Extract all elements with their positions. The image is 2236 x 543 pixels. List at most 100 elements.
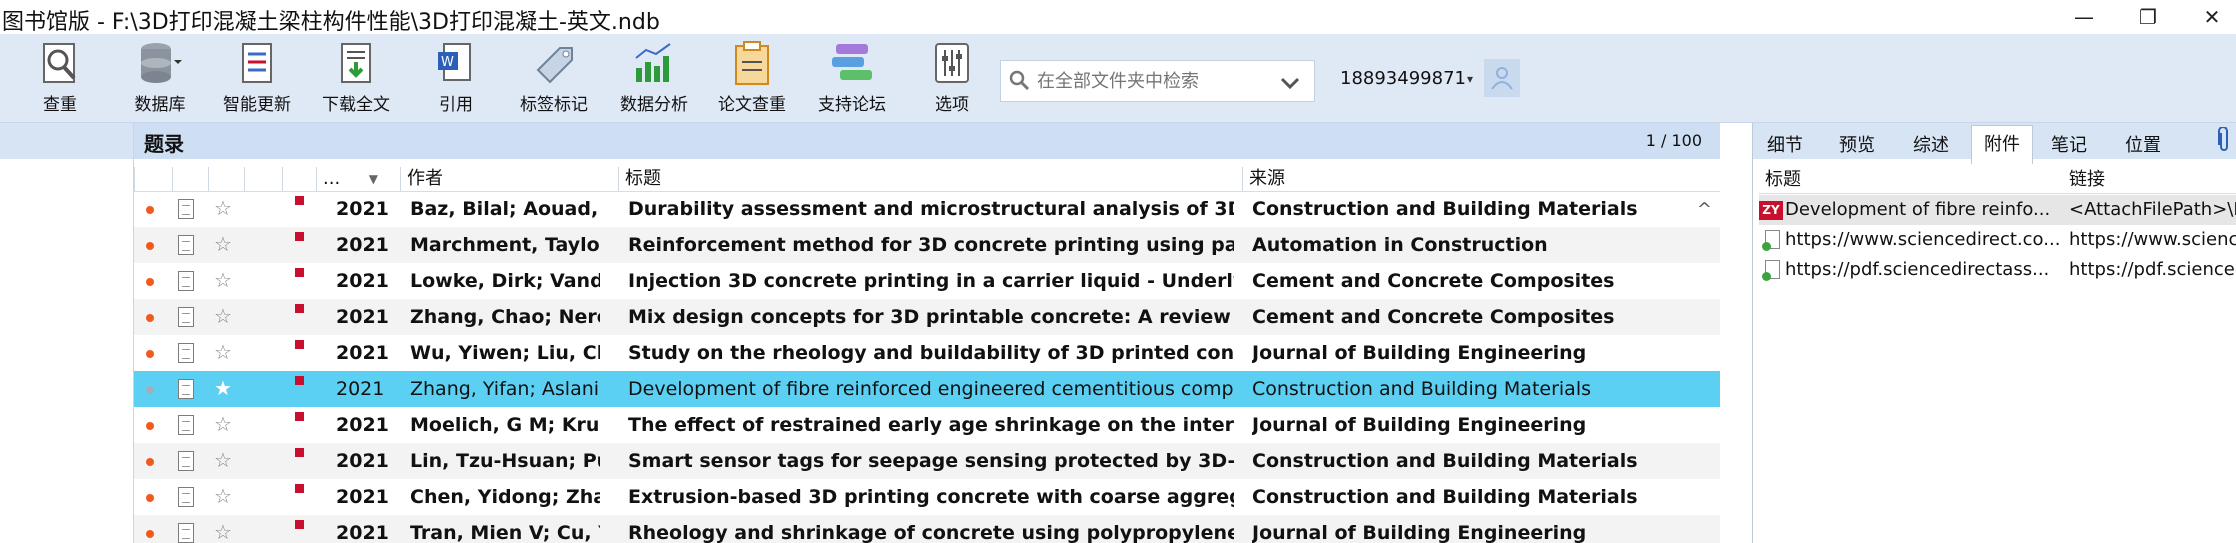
flag-icon — [295, 376, 304, 385]
read-dot-icon — [146, 386, 154, 394]
data-analysis-label: 数据分析 — [620, 95, 688, 115]
row-title: Development of fibre reinforced engineer… — [628, 378, 1234, 400]
table-row[interactable]: ☆ 2021 Chen, Yidong; Zhan.. Extrusion-ba… — [134, 479, 1720, 515]
search-dropdown-chevron-icon[interactable] — [1277, 70, 1303, 96]
document-icon — [178, 271, 194, 291]
row-source: Automation in Construction — [1252, 234, 1548, 256]
row-title: Injection 3D concrete printing in a carr… — [628, 270, 1234, 292]
row-title: Mix design concepts for 3D printable con… — [628, 306, 1231, 328]
column-header-status[interactable] — [134, 167, 172, 191]
flag-icon — [295, 268, 304, 277]
flag-icon — [295, 520, 304, 529]
search-box[interactable] — [1000, 60, 1315, 102]
restore-button[interactable]: ❐ — [2126, 2, 2170, 32]
attachment-column-link[interactable]: 链接 — [2069, 167, 2105, 193]
support-forum-button[interactable]: 支持论坛 — [812, 40, 892, 120]
star-icon[interactable]: ☆ — [214, 197, 232, 219]
row-source: Cement and Concrete Composites — [1252, 306, 1615, 328]
column-header-year[interactable]: ... ▼ — [316, 167, 384, 191]
star-icon[interactable]: ☆ — [214, 341, 232, 363]
options-label: 选项 — [935, 95, 969, 115]
column-header-attachment[interactable] — [172, 167, 208, 191]
paperclip-icon[interactable] — [2217, 127, 2231, 153]
table-row[interactable]: ☆ 2021 Lin, Tzu-Hsuan; Putr Smart sensor… — [134, 443, 1720, 479]
column-header-author[interactable]: 作者 — [400, 167, 602, 191]
cite-label: 引用 — [439, 95, 473, 115]
row-year: 2021 — [336, 486, 389, 508]
row-author: Tran, Mien V; Cu, Ye — [410, 522, 600, 543]
unread-dot-icon — [146, 206, 154, 214]
tag-mark-button[interactable]: 标签标记 — [516, 40, 592, 120]
support-forum-label: 支持论坛 — [818, 95, 886, 115]
check-duplicates-button[interactable]: 查重 — [30, 40, 90, 120]
tab-details[interactable]: 细节 — [1767, 131, 1803, 157]
row-author: Zhang, Chao; Nerell. — [410, 306, 600, 328]
column-header-flag[interactable] — [282, 167, 316, 191]
table-row[interactable]: ☆ 2021 Tran, Mien V; Cu, Ye Rheology and… — [134, 515, 1720, 543]
user-avatar[interactable] — [1484, 59, 1520, 97]
smart-update-button[interactable]: 智能更新 — [220, 40, 294, 120]
table-row-selected[interactable]: ★ 2021 Zhang, Yifan; Aslani,... Developm… — [134, 371, 1720, 407]
attachment-row[interactable]: https://pdf.sciencedirectass... https://… — [1759, 255, 2236, 285]
flag-icon — [295, 340, 304, 349]
tab-attachments[interactable]: 附件 — [1971, 125, 2033, 164]
account-dropdown-icon[interactable]: ▾ — [1467, 72, 1473, 86]
unread-dot-icon — [146, 350, 154, 358]
close-button[interactable]: ✕ — [2190, 2, 2234, 32]
column-header-row: ... ▼ 作者 标题 来源 — [134, 167, 1720, 192]
column-header-source[interactable]: 来源 — [1242, 167, 1712, 191]
table-row[interactable]: ☆ 2021 Moelich, G M; Krug.. The effect o… — [134, 407, 1720, 443]
title-bar: 图书馆版 - F:\3D打印混凝土梁柱构件性能\3D打印混凝土-英文.ndb —… — [0, 0, 2236, 35]
flag-icon — [295, 412, 304, 421]
tab-preview[interactable]: 预览 — [1839, 131, 1875, 157]
star-icon[interactable]: ☆ — [214, 449, 232, 471]
star-icon[interactable]: ☆ — [214, 521, 232, 543]
table-row[interactable]: ☆ 2021 Lowke, Dirk; Vander Injection 3D … — [134, 263, 1720, 299]
web-link-icon — [1762, 230, 1780, 251]
column-header-year-label: ... — [323, 168, 341, 189]
tab-notes[interactable]: 笔记 — [2051, 131, 2087, 157]
magnifier-document-icon — [43, 43, 76, 83]
cite-button[interactable]: W 引用 — [426, 40, 486, 120]
star-icon[interactable]: ☆ — [214, 485, 232, 507]
check-duplicates-label: 查重 — [43, 95, 77, 115]
unread-dot-icon — [146, 422, 154, 430]
scroll-up-icon[interactable]: ^ — [1697, 199, 1712, 220]
column-header-star[interactable] — [208, 167, 244, 191]
table-row[interactable]: ☆ 2021 Marchment, Taylor; Reinforcement … — [134, 227, 1720, 263]
row-source: Construction and Building Materials — [1252, 198, 1638, 220]
star-icon[interactable]: ☆ — [214, 233, 232, 255]
minimize-button[interactable]: — — [2062, 2, 2106, 32]
database-button[interactable]: 数据库 — [128, 40, 192, 120]
star-icon[interactable]: ☆ — [214, 305, 232, 327]
document-icon — [178, 307, 194, 327]
document-icon — [178, 199, 194, 219]
smart-update-label: 智能更新 — [223, 95, 291, 115]
table-row[interactable]: ☆ 2021 Wu, Yiwen; Liu, Cha. Study on the… — [134, 335, 1720, 371]
row-source: Construction and Building Materials — [1252, 450, 1638, 472]
star-icon[interactable]: ☆ — [214, 413, 232, 435]
attachment-row[interactable]: ZY Development of fibre reinfo... <Attac… — [1759, 195, 2236, 225]
row-title: Durability assessment and microstructura… — [628, 198, 1234, 220]
star-icon[interactable]: ★ — [214, 377, 232, 399]
table-row[interactable]: ☆ 2021 Baz, Bilal; Aouad, Gc Durability … — [134, 191, 1720, 227]
download-fulltext-button[interactable]: 下载全文 — [318, 40, 394, 120]
attachment-column-title[interactable]: 标题 — [1765, 167, 1801, 193]
paper-check-button[interactable]: 论文查重 — [714, 40, 790, 120]
data-analysis-button[interactable]: 数据分析 — [616, 40, 692, 120]
column-header-read[interactable] — [244, 167, 282, 191]
detail-tab-bar: 细节 预览 综述 附件 笔记 位置 — [1753, 123, 2236, 164]
star-icon[interactable]: ☆ — [214, 269, 232, 291]
attachment-row[interactable]: https://www.sciencedirect.co... https://… — [1759, 225, 2236, 255]
account-name[interactable]: 18893499871 — [1340, 68, 1466, 89]
folder-panel-header — [0, 123, 133, 159]
row-title: Extrusion-based 3D printing concrete wit… — [628, 486, 1234, 508]
search-input[interactable] — [1035, 66, 1269, 96]
row-year: 2021 — [336, 342, 389, 364]
person-icon — [1491, 67, 1513, 90]
tab-location[interactable]: 位置 — [2125, 131, 2161, 157]
download-fulltext-label: 下载全文 — [322, 95, 390, 115]
options-button[interactable]: 选项 — [922, 40, 982, 120]
tab-summary[interactable]: 综述 — [1913, 131, 1949, 157]
table-row[interactable]: ☆ 2021 Zhang, Chao; Nerell. Mix design c… — [134, 299, 1720, 335]
